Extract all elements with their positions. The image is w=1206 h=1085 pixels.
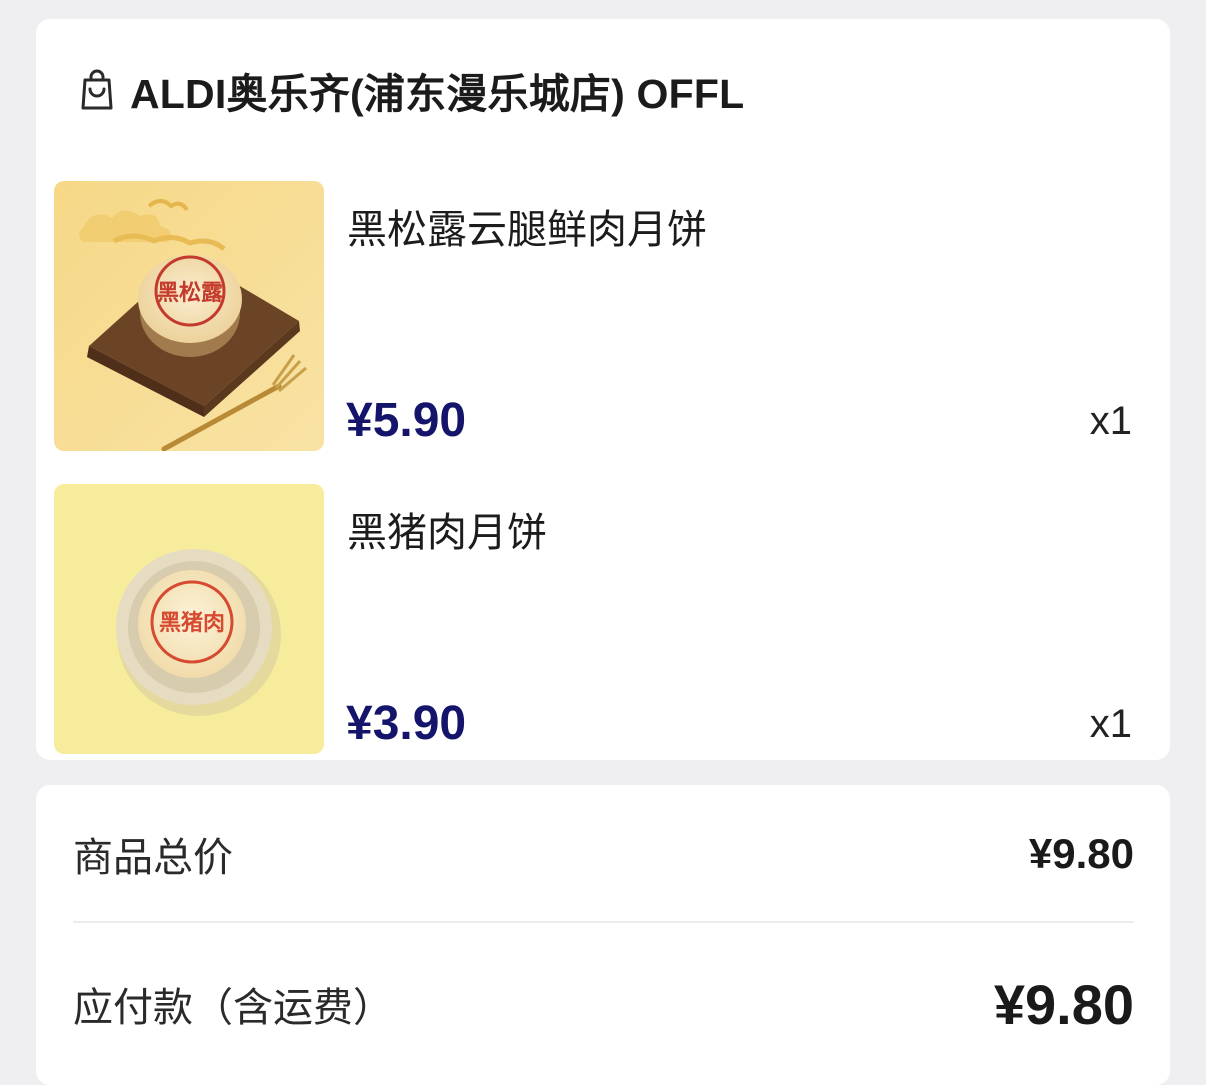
total-label: 应付款（含运费） xyxy=(73,985,393,1031)
subtotal-row: 商品总价 ¥9.80 xyxy=(73,823,1134,885)
total-row: 应付款（含运费） ¥9.80 xyxy=(73,972,1134,1036)
product-name: 黑猪肉月饼 xyxy=(347,510,547,556)
product-price: ¥5.90 xyxy=(346,394,467,447)
product-image: 黑松露 xyxy=(54,181,324,451)
subtotal-label: 商品总价 xyxy=(73,835,233,881)
product-name: 黑松露云腿鲜肉月饼 xyxy=(347,207,707,253)
divider xyxy=(73,921,1134,923)
stamp-text: 黑猪肉 xyxy=(159,610,225,636)
store-header[interactable]: ALDI奥乐齐(浦东漫乐城店) OFFL xyxy=(78,59,744,121)
order-card: ALDI奥乐齐(浦东漫乐城店) OFFL 黑松露 黑松露云腿鲜肉月饼 ¥5.90… xyxy=(36,19,1170,760)
total-value: ¥9.80 xyxy=(993,972,1134,1036)
product-quantity: x1 xyxy=(1089,399,1132,443)
order-item[interactable]: 黑松露 黑松露云腿鲜肉月饼 ¥5.90 x1 xyxy=(54,181,1134,451)
subtotal-value: ¥9.80 xyxy=(1028,830,1134,877)
product-image: 黑猪肉 xyxy=(54,484,324,754)
product-price: ¥3.90 xyxy=(346,697,467,750)
product-quantity: x1 xyxy=(1089,702,1132,746)
stamp-text: 黑松露 xyxy=(157,280,224,306)
order-item[interactable]: 黑猪肉 黑猪肉月饼 ¥3.90 x1 xyxy=(54,484,1134,754)
price-summary-card: 商品总价 ¥9.80 应付款（含运费） ¥9.80 xyxy=(36,785,1170,1085)
shopping-bag-icon xyxy=(78,68,116,112)
store-name: ALDI奥乐齐(浦东漫乐城店) OFFL xyxy=(130,71,745,117)
